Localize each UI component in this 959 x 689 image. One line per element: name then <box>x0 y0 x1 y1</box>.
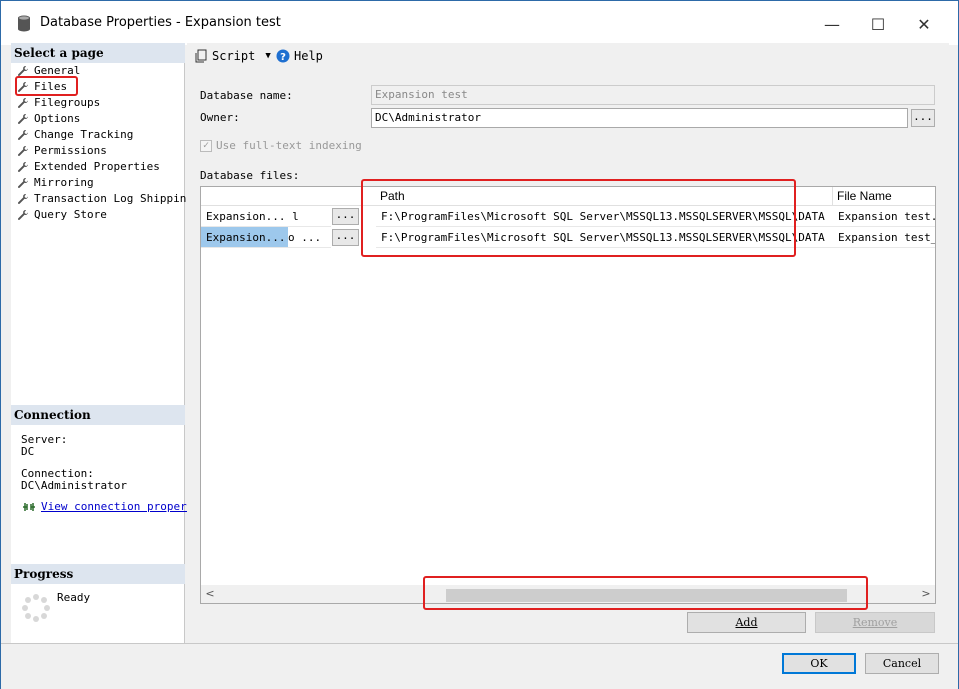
dialog-footer: OK Cancel <box>1 643 958 689</box>
page-item-permissions[interactable]: Permissions <box>17 143 107 158</box>
page-item-query-store[interactable]: Query Store <box>17 207 107 222</box>
database-name-label: Database name: <box>200 89 293 102</box>
connection-properties-icon <box>23 503 35 511</box>
page-item-label: Permissions <box>34 144 107 157</box>
cancel-button[interactable]: Cancel <box>865 653 939 674</box>
row2-logical-name[interactable]: Expansion... <box>201 227 288 248</box>
checkmark-icon: ✓ <box>200 139 212 152</box>
help-label: Help <box>294 49 323 63</box>
owner-browse-button[interactable]: ... <box>911 109 935 127</box>
scroll-right-icon[interactable]: > <box>919 587 933 601</box>
row1-browse-button[interactable]: ... <box>332 208 359 225</box>
main-content: Script ▼ ? Help Database name: Expansion… <box>187 43 949 643</box>
wrench-icon <box>17 209 34 221</box>
wrench-icon <box>17 113 34 125</box>
wrench-icon <box>17 177 34 189</box>
wrench-icon <box>17 65 34 77</box>
page-item-filegroups[interactable]: Filegroups <box>17 95 100 110</box>
window-title: Database Properties - Expansion test <box>40 15 281 30</box>
page-item-transaction-log-shipping[interactable]: Transaction Log Shipping <box>17 191 193 206</box>
script-icon <box>195 49 207 63</box>
connection-value: DC\Administrator <box>21 479 127 492</box>
help-button[interactable]: ? Help <box>276 49 323 63</box>
scroll-left-icon[interactable]: < <box>203 587 217 601</box>
row2-logical-name-extra[interactable]: o ... <box>286 227 331 248</box>
database-icon <box>18 15 30 32</box>
wrench-icon <box>17 161 34 173</box>
database-name-field[interactable]: Expansion test <box>371 85 935 105</box>
remove-label: Remove <box>852 616 898 629</box>
grid-header-file-name[interactable]: File Name <box>833 187 935 206</box>
remove-button[interactable]: Remove <box>815 612 935 633</box>
progress-header: Progress <box>11 564 185 584</box>
fulltext-indexing-checkbox[interactable]: ✓ Use full-text indexing <box>200 139 362 152</box>
wrench-icon <box>17 97 34 109</box>
script-dropdown-icon[interactable]: ▼ <box>265 51 270 61</box>
files-highlight-box <box>15 76 78 96</box>
script-button[interactable]: Script ▼ <box>195 49 271 63</box>
progress-status: Ready <box>57 591 91 604</box>
script-label: Script <box>212 49 256 63</box>
database-files-label: Database files: <box>200 169 300 182</box>
page-item-label: Transaction Log Shipping <box>34 192 193 205</box>
row2-browse-button[interactable]: ... <box>332 229 359 246</box>
view-connection-properties-link[interactable]: View connection properti <box>41 500 200 513</box>
owner-field[interactable]: DC\Administrator <box>371 108 908 128</box>
close-button[interactable]: ✕ <box>901 9 947 39</box>
path-column-highlight-box <box>361 179 796 257</box>
add-label: Add <box>735 616 758 629</box>
server-value: DC <box>21 445 35 458</box>
wrench-icon <box>17 129 34 141</box>
scrollbar-highlight-box <box>423 576 868 610</box>
page-item-label: Mirroring <box>34 176 94 189</box>
add-button[interactable]: Add <box>687 612 806 633</box>
row2-file-name[interactable]: Expansion test_log <box>833 227 935 248</box>
left-panel: Select a page General Files Filegroups Opti… <box>11 43 200 643</box>
title-bar: Database Properties - Expansion test — ☐… <box>1 1 958 45</box>
row1-logical-name[interactable]: Expansion... l <box>201 206 331 227</box>
maximize-button[interactable]: ☐ <box>855 9 901 39</box>
minimize-button[interactable]: — <box>809 9 855 39</box>
select-page-header: Select a page <box>11 43 185 63</box>
fulltext-indexing-label: Use full-text indexing <box>216 139 362 152</box>
database-properties-window: Database Properties - Expansion test — ☐… <box>0 0 959 689</box>
page-item-options[interactable]: Options <box>17 111 80 126</box>
page-item-label: Options <box>34 112 81 125</box>
page-item-mirroring[interactable]: Mirroring <box>17 175 94 190</box>
page-item-label: Change Tracking <box>34 128 134 141</box>
progress-spinner-icon <box>22 594 50 622</box>
page-item-label: Filegroups <box>34 96 101 109</box>
connection-header: Connection <box>11 405 185 425</box>
page-item-label: Query Store <box>34 208 107 221</box>
owner-label: Owner: <box>200 111 240 124</box>
wrench-icon <box>17 193 34 205</box>
wrench-icon <box>17 145 34 157</box>
help-icon: ? <box>276 49 290 63</box>
page-item-extended-properties[interactable]: Extended Properties <box>17 159 160 174</box>
page-item-change-tracking[interactable]: Change Tracking <box>17 127 133 142</box>
row1-file-name[interactable]: Expansion test.mdf <box>833 206 935 227</box>
ok-button[interactable]: OK <box>782 653 856 674</box>
svg-text:?: ? <box>280 52 286 63</box>
page-item-label: Extended Properties <box>34 160 160 173</box>
grid-header-blank <box>201 187 376 206</box>
